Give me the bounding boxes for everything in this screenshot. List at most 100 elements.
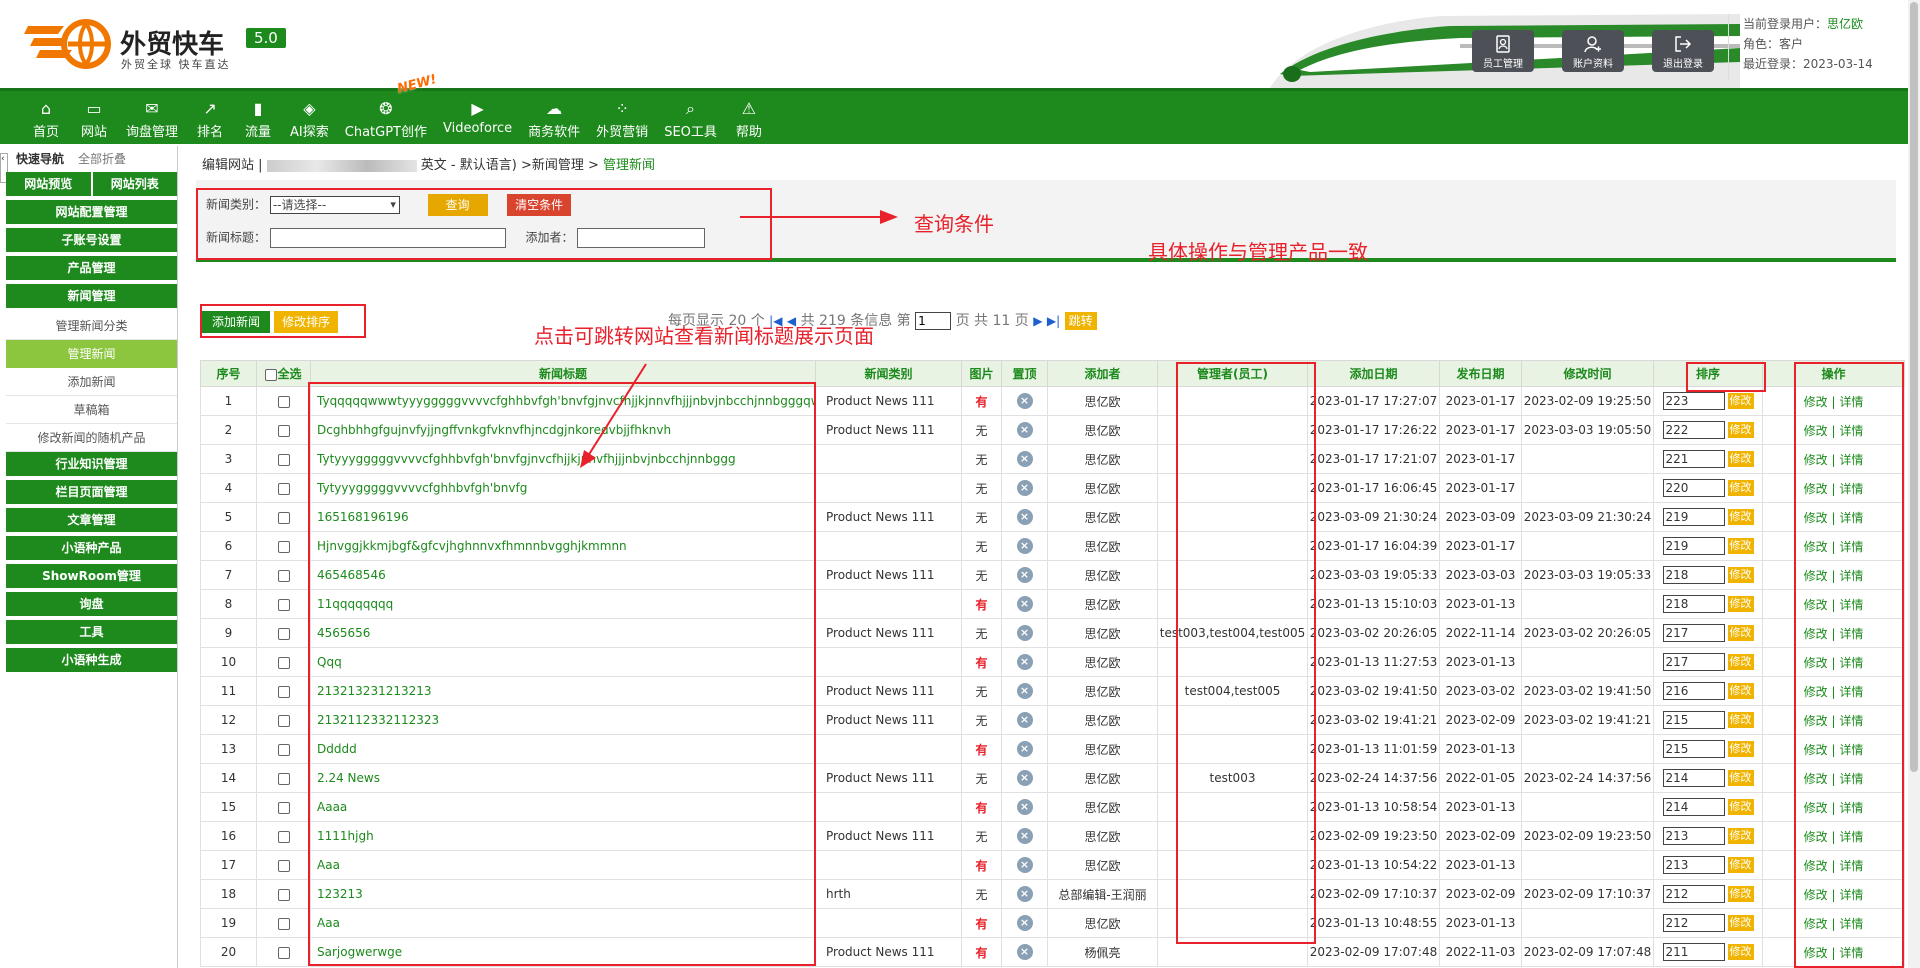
sort-modify-button[interactable]: 修改 <box>1727 683 1754 699</box>
modify-sort-button[interactable]: 修改排序 <box>274 311 339 333</box>
detail-link[interactable]: 详情 <box>1839 482 1863 496</box>
sidebar-item-13[interactable]: ShowRoom管理 <box>6 564 177 588</box>
sort-modify-button[interactable]: 修改 <box>1727 654 1754 670</box>
detail-link[interactable]: 详情 <box>1839 656 1863 670</box>
staff-management-button[interactable]: 员工管理 <box>1472 30 1534 72</box>
sort-modify-button[interactable]: 修改 <box>1727 799 1754 815</box>
sort-input[interactable]: 220 <box>1662 479 1725 497</box>
news-title-link[interactable]: Aaa <box>310 850 816 880</box>
sort-modify-button[interactable]: 修改 <box>1727 422 1754 438</box>
sort-modify-button[interactable]: 修改 <box>1727 915 1754 931</box>
close-icon[interactable]: × <box>1016 451 1033 467</box>
adder-input[interactable] <box>577 228 706 248</box>
top-toggle[interactable]: × <box>1001 560 1048 590</box>
sidebar-item-10[interactable]: 栏目页面管理 <box>6 480 177 504</box>
row-checkbox[interactable] <box>277 569 290 582</box>
sidebar-item-1[interactable]: 子账号设置 <box>6 228 177 252</box>
edit-link[interactable]: 修改 <box>1804 801 1828 815</box>
close-icon[interactable]: × <box>1016 509 1033 525</box>
row-select[interactable] <box>256 560 311 590</box>
detail-link[interactable]: 详情 <box>1839 859 1863 873</box>
detail-link[interactable]: 详情 <box>1839 511 1863 525</box>
row-select[interactable] <box>256 821 311 851</box>
top-toggle[interactable]: × <box>1001 618 1048 648</box>
nav-item-4[interactable]: ▮ 流量 <box>234 91 282 144</box>
nav-item-1[interactable]: ▭ 网站 <box>70 91 118 144</box>
top-toggle[interactable]: × <box>1001 502 1048 532</box>
last-page-icon[interactable]: ▶| <box>1047 314 1060 328</box>
top-toggle[interactable]: × <box>1001 937 1048 967</box>
sort-input[interactable]: 212 <box>1662 885 1725 903</box>
sidebar-item-15[interactable]: 工具 <box>6 620 177 644</box>
sidebar-item-11[interactable]: 文章管理 <box>6 508 177 532</box>
detail-link[interactable]: 详情 <box>1839 917 1863 931</box>
row-checkbox[interactable] <box>277 540 290 553</box>
sort-input[interactable]: 214 <box>1662 798 1725 816</box>
news-title-link[interactable]: Aaaa <box>310 792 816 822</box>
row-checkbox[interactable] <box>277 714 290 727</box>
edit-link[interactable]: 修改 <box>1804 569 1828 583</box>
edit-link[interactable]: 修改 <box>1804 395 1828 409</box>
edit-link[interactable]: 修改 <box>1804 743 1828 757</box>
sort-input[interactable]: 216 <box>1662 682 1725 700</box>
current-user-name[interactable]: 思亿欧 <box>1827 17 1863 31</box>
sort-modify-button[interactable]: 修改 <box>1727 712 1754 728</box>
nav-item-8[interactable]: ☁ 商务软件 <box>520 91 588 144</box>
nav-item-7[interactable]: ▶ Videoforce <box>435 91 520 144</box>
row-checkbox[interactable] <box>277 830 290 843</box>
sidebar-item-0[interactable]: 网站配置管理 <box>6 200 177 224</box>
row-select[interactable] <box>256 502 311 532</box>
sort-input[interactable]: 215 <box>1662 711 1725 729</box>
detail-link[interactable]: 详情 <box>1839 453 1863 467</box>
collapse-all-link[interactable]: 全部折叠 <box>78 146 126 172</box>
col-select-all[interactable]: 全选 <box>256 360 311 387</box>
top-toggle[interactable]: × <box>1001 908 1048 938</box>
sort-modify-button[interactable]: 修改 <box>1727 567 1754 583</box>
close-icon[interactable]: × <box>1016 799 1033 815</box>
row-select[interactable] <box>256 531 311 561</box>
edit-link[interactable]: 修改 <box>1804 656 1828 670</box>
account-info-button[interactable]: 账户资料 <box>1562 30 1624 72</box>
nav-item-9[interactable]: ⁘ 外贸营销 <box>588 91 656 144</box>
detail-link[interactable]: 详情 <box>1839 540 1863 554</box>
row-select[interactable] <box>256 734 311 764</box>
sidebar-item-12[interactable]: 小语种产品 <box>6 536 177 560</box>
news-title-link[interactable]: Sarjogwerwge <box>310 937 816 967</box>
page-scrollbar[interactable] <box>1908 0 1920 968</box>
sort-modify-button[interactable]: 修改 <box>1727 480 1754 496</box>
top-toggle[interactable]: × <box>1001 386 1048 416</box>
search-button[interactable]: 查询 <box>427 194 488 216</box>
detail-link[interactable]: 详情 <box>1839 714 1863 728</box>
news-title-link[interactable]: Tytyyygggggvvvvcfghhbvfgh'bnvfg <box>310 473 816 503</box>
sort-input[interactable]: 219 <box>1662 537 1725 555</box>
edit-link[interactable]: 修改 <box>1804 511 1828 525</box>
close-icon[interactable]: × <box>1016 857 1033 873</box>
row-checkbox[interactable] <box>277 772 290 785</box>
edit-link[interactable]: 修改 <box>1804 598 1828 612</box>
row-checkbox[interactable] <box>277 598 290 611</box>
detail-link[interactable]: 详情 <box>1839 424 1863 438</box>
row-select[interactable] <box>256 705 311 735</box>
close-icon[interactable]: × <box>1016 886 1033 902</box>
detail-link[interactable]: 详情 <box>1839 598 1863 612</box>
detail-link[interactable]: 详情 <box>1839 830 1863 844</box>
row-checkbox[interactable] <box>277 801 290 814</box>
edit-link[interactable]: 修改 <box>1804 714 1828 728</box>
sort-modify-button[interactable]: 修改 <box>1727 886 1754 902</box>
news-title-link[interactable]: 2132112332112323 <box>310 705 816 735</box>
row-select[interactable] <box>256 850 311 880</box>
row-checkbox[interactable] <box>277 395 290 408</box>
row-select[interactable] <box>256 937 311 967</box>
top-toggle[interactable]: × <box>1001 792 1048 822</box>
select-all-checkbox[interactable] <box>265 368 278 381</box>
logout-button[interactable]: 退出登录 <box>1652 30 1714 72</box>
close-icon[interactable]: × <box>1016 567 1033 583</box>
sort-input[interactable]: 212 <box>1662 914 1725 932</box>
top-toggle[interactable]: × <box>1001 531 1048 561</box>
row-select[interactable] <box>256 473 311 503</box>
edit-link[interactable]: 修改 <box>1804 772 1828 786</box>
close-icon[interactable]: × <box>1016 915 1033 931</box>
jump-button[interactable]: 跳转 <box>1064 312 1097 330</box>
detail-link[interactable]: 详情 <box>1839 395 1863 409</box>
sort-input[interactable]: 217 <box>1662 653 1725 671</box>
